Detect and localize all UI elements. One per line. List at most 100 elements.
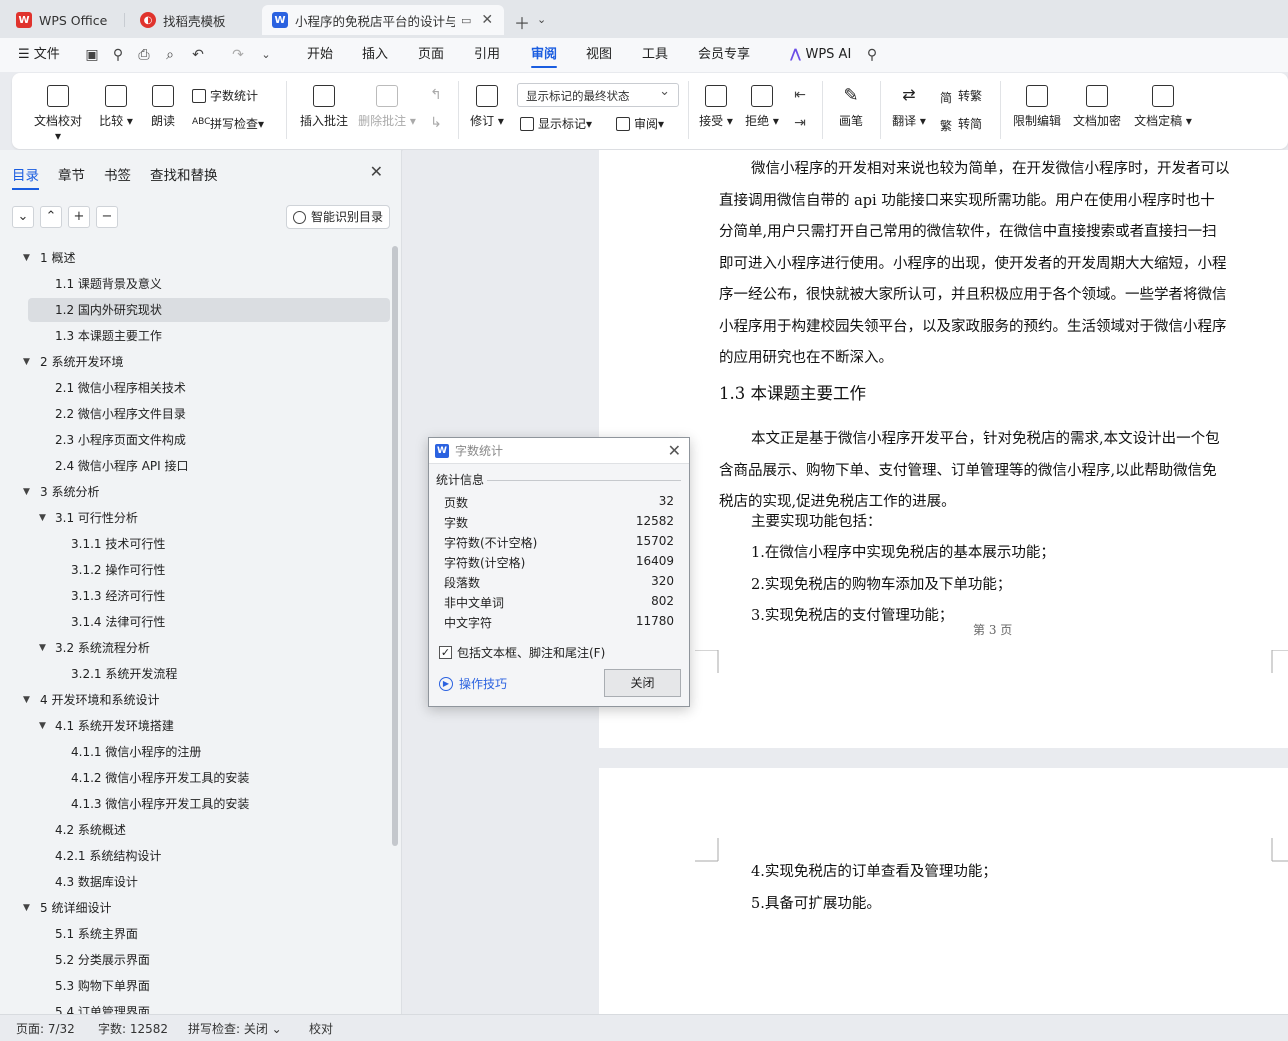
- share-icon[interactable]: ⚲: [110, 47, 126, 63]
- toc-item[interactable]: 2.4 微信小程序 API 接口: [28, 454, 390, 478]
- restrict-edit-button[interactable]: 限制编辑: [1012, 85, 1062, 129]
- tab-current-document[interactable]: W 小程序的免税店平台的设计与实 ▭ ✕: [262, 5, 504, 35]
- tab-wps-office[interactable]: W WPS Office: [6, 5, 125, 35]
- doc-check-button[interactable]: 文档校对 ▾: [30, 85, 86, 143]
- close-icon[interactable]: ✕: [370, 162, 383, 181]
- print-icon[interactable]: ⎙: [136, 47, 152, 63]
- toc-item[interactable]: ▼ 1 概述: [23, 246, 390, 270]
- toc-item[interactable]: 3.1.4 法律可行性: [28, 610, 390, 634]
- save-icon[interactable]: ▣: [84, 47, 100, 63]
- tips-link[interactable]: ▶ 操作技巧: [439, 675, 507, 692]
- toc-item[interactable]: ▼ 3.2 系统流程分析: [28, 636, 390, 660]
- toc-item[interactable]: ▼ 4 开发环境和系统设计: [23, 688, 390, 712]
- expand-caret-icon[interactable]: ▼: [39, 636, 49, 660]
- review-pane-button[interactable]: 审阅 ▾: [616, 115, 664, 132]
- collapse-down-icon[interactable]: ⌄: [12, 206, 34, 228]
- expand-caret-icon[interactable]: ▼: [23, 480, 33, 504]
- toc-item[interactable]: ▼ 3 系统分析: [23, 480, 390, 504]
- expand-caret-icon[interactable]: ▼: [23, 896, 33, 920]
- dialog-title-bar[interactable]: W 字数统计: [429, 438, 689, 464]
- toc-scrollbar[interactable]: [392, 246, 398, 846]
- ink-button[interactable]: ✎ 画笔: [834, 85, 868, 129]
- tab-list-chevron-icon[interactable]: ⌄: [537, 13, 546, 26]
- nav-tab-bookmarks[interactable]: 书签: [104, 164, 131, 184]
- search-icon[interactable]: ⚲: [864, 47, 880, 63]
- prev-change-icon[interactable]: ⇤: [792, 87, 808, 103]
- encrypt-button[interactable]: 文档加密: [1072, 85, 1122, 129]
- dialog-close-button[interactable]: 关闭: [604, 669, 681, 697]
- toc-item[interactable]: 5.2 分类展示界面: [28, 948, 390, 972]
- expand-caret-icon[interactable]: ▼: [39, 506, 49, 530]
- delete-comment-button[interactable]: 删除批注 ▾: [358, 85, 416, 129]
- compare-button[interactable]: 比较 ▾: [96, 85, 136, 129]
- menu-references[interactable]: 引用: [474, 38, 500, 72]
- to-traditional-button[interactable]: 简转繁: [940, 87, 982, 105]
- toc-item[interactable]: 3.1.3 经济可行性: [28, 584, 390, 608]
- toc-item[interactable]: 4.3 数据库设计: [28, 870, 390, 894]
- toc-item[interactable]: 3.1.2 操作可行性: [28, 558, 390, 582]
- toc-item[interactable]: ▼ 3.1 可行性分析: [28, 506, 390, 530]
- toc-item[interactable]: 1.3 本课题主要工作: [28, 324, 390, 348]
- toc-item[interactable]: 5.1 系统主界面: [28, 922, 390, 946]
- tab-docer-templates[interactable]: ◐ 找稻壳模板: [130, 5, 256, 35]
- close-tab-icon[interactable]: ✕: [481, 12, 493, 28]
- to-simplified-button[interactable]: 繁转简: [940, 115, 982, 133]
- next-comment-icon[interactable]: ↳: [428, 115, 444, 131]
- include-textbox-checkbox[interactable]: ✓ 包括文本框、脚注和尾注(F): [439, 644, 605, 661]
- toc-item[interactable]: ▼ 5 统详细设计: [23, 896, 390, 920]
- insert-comment-button[interactable]: 插入批注: [298, 85, 350, 129]
- status-proof[interactable]: 校对: [309, 1020, 333, 1037]
- prev-comment-icon[interactable]: ↰: [428, 87, 444, 103]
- monitor-icon[interactable]: ▭: [461, 14, 471, 27]
- status-word-count[interactable]: 字数: 12582: [98, 1020, 168, 1037]
- new-tab-icon[interactable]: ＋: [514, 10, 530, 34]
- toc-item[interactable]: 4.2.1 系统结构设计: [28, 844, 390, 868]
- print-preview-icon[interactable]: ⌕: [162, 47, 178, 63]
- toc-item[interactable]: 3.1.1 技术可行性: [28, 532, 390, 556]
- dialog-close-icon[interactable]: ✕: [668, 441, 681, 460]
- expand-caret-icon[interactable]: ▼: [23, 246, 33, 270]
- status-page[interactable]: 页面: 7/32: [16, 1020, 75, 1037]
- toc-item[interactable]: 5.4 订单管理界面: [28, 1000, 390, 1014]
- expand-caret-icon[interactable]: ▼: [23, 688, 33, 712]
- menu-start[interactable]: 开始: [307, 38, 333, 72]
- toc-item[interactable]: ▼ 4.1 系统开发环境搭建: [28, 714, 390, 738]
- toc-item[interactable]: 2.2 微信小程序文件目录: [28, 402, 390, 426]
- toc-item[interactable]: 2.3 小程序页面文件构成: [28, 428, 390, 452]
- toc-item[interactable]: 3.2.1 系统开发流程: [28, 662, 390, 686]
- show-markup-button[interactable]: 显示标记 ▾: [520, 115, 592, 132]
- remove-heading-icon[interactable]: −: [96, 206, 118, 228]
- menu-review[interactable]: 审阅: [531, 38, 558, 72]
- track-changes-button[interactable]: 修订 ▾: [468, 85, 506, 129]
- file-menu[interactable]: ☰ 文件: [18, 38, 60, 72]
- undo-icon[interactable]: ↶: [190, 47, 206, 63]
- expand-caret-icon[interactable]: ▼: [23, 350, 33, 374]
- nav-tab-find-replace[interactable]: 查找和替换: [150, 164, 218, 184]
- redo-icon[interactable]: ↷: [230, 47, 246, 63]
- toc-item[interactable]: 2.1 微信小程序相关技术: [28, 376, 390, 400]
- spell-check-button[interactable]: ABC 拼写检查 ▾: [192, 115, 264, 132]
- accept-button[interactable]: 接受 ▾: [698, 85, 734, 129]
- menu-tools[interactable]: 工具: [642, 38, 668, 72]
- menu-view[interactable]: 视图: [586, 38, 612, 72]
- nav-tab-toc[interactable]: 目录: [12, 164, 39, 190]
- translate-button[interactable]: ⇄ 翻译 ▾: [890, 85, 928, 129]
- reject-button[interactable]: 拒绝 ▾: [744, 85, 780, 129]
- word-count-button[interactable]: 字数统计: [192, 87, 258, 104]
- toc-item[interactable]: 4.2 系统概述: [28, 818, 390, 842]
- menu-insert[interactable]: 插入: [362, 38, 388, 72]
- toc-item[interactable]: 5.3 购物下单界面: [28, 974, 390, 998]
- add-heading-icon[interactable]: +: [68, 206, 90, 228]
- toc-item[interactable]: ▼ 2 系统开发环境: [23, 350, 390, 374]
- toc-item[interactable]: 4.1.3 微信小程序开发工具的安装: [28, 792, 390, 816]
- read-aloud-button[interactable]: 朗读: [146, 85, 180, 129]
- expand-caret-icon[interactable]: ▼: [39, 714, 49, 738]
- expand-up-icon[interactable]: ⌃: [40, 206, 62, 228]
- smart-toc-button[interactable]: 智能识别目录: [286, 205, 390, 229]
- markup-state-select[interactable]: 显示标记的最终状态: [517, 83, 679, 107]
- menu-page[interactable]: 页面: [418, 38, 444, 72]
- nav-tab-chapters[interactable]: 章节: [58, 164, 85, 184]
- status-spell-check[interactable]: 拼写检查: 关闭 ⌄: [188, 1020, 282, 1037]
- toc-item[interactable]: 4.1.2 微信小程序开发工具的安装: [28, 766, 390, 790]
- more-chevron-icon[interactable]: ⌄: [258, 47, 274, 63]
